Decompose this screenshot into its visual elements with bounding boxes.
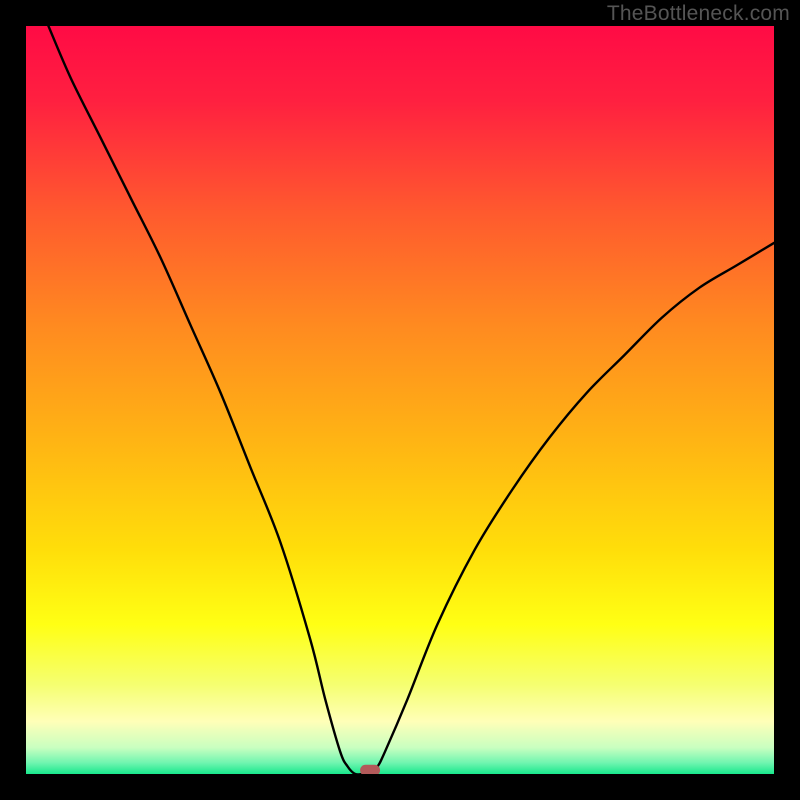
watermark-text: TheBottleneck.com	[607, 2, 790, 26]
chart-frame: TheBottleneck.com	[0, 0, 800, 800]
bottleneck-curve	[26, 26, 774, 774]
plot-area	[26, 26, 774, 774]
bottleneck-marker	[360, 765, 380, 774]
